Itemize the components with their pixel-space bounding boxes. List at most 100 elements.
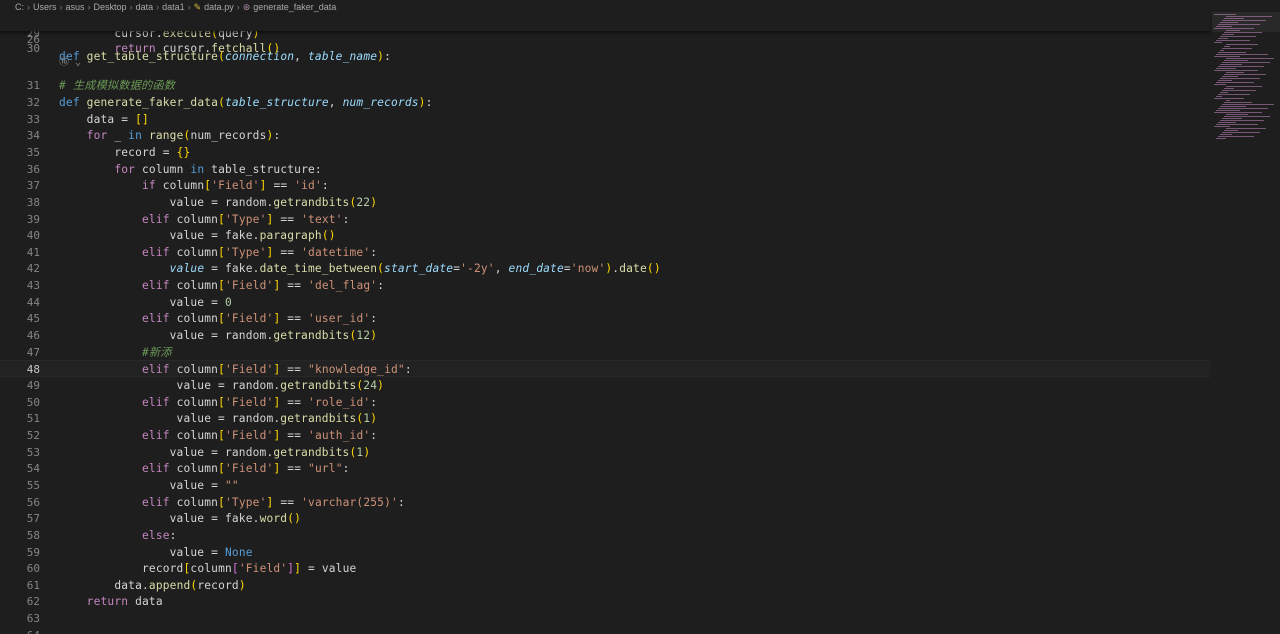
code-line[interactable]: 53 value = random.getrandbits(1) [0,444,1210,461]
line-number: 36 [26,162,40,176]
sticky-code-text: def get_table_structure(connection, tabl… [59,50,391,63]
minimap-line [1222,20,1266,21]
code-line[interactable]: 48 elif column['Field'] == "knowledge_id… [0,360,1210,378]
breadcrumb-desktop[interactable]: Desktop [94,2,127,12]
minimap-line [1226,100,1230,101]
line-number: 63 [26,612,40,626]
code-line[interactable]: 39 elif column['Type'] == 'text': [0,211,1210,228]
line-number: 38 [26,195,40,209]
code-line[interactable]: 51 value = random.getrandbits(1) [0,410,1210,427]
code-text: value = fake.paragraph() [59,229,336,243]
minimap-line [1218,122,1236,123]
line-number: 45 [26,312,40,326]
minimap-line [1226,30,1240,31]
breadcrumb-asus[interactable]: asus [66,2,85,12]
minimap-line [1224,60,1248,61]
minimap-line [1220,64,1242,65]
minimap-line [1226,86,1262,87]
code-line[interactable]: 42 value = fake.date_time_between(start_… [0,260,1210,277]
code-text: value = fake.word() [59,512,302,526]
line-number: 44 [26,295,40,309]
line-number: 46 [26,329,40,342]
minimap-line [1214,126,1230,127]
breadcrumb-drive[interactable]: C: [15,2,24,12]
code-text: record[column['Field']] = value [59,562,357,576]
minimap-line [1216,26,1232,27]
minimap-line [1218,94,1250,95]
minimap-line [1214,84,1226,85]
minimap-line [1224,74,1266,75]
code-line[interactable]: 37 if column['Field'] == 'id': [0,177,1210,194]
code-text: elif column['Type'] == 'varchar(255)': [142,495,405,509]
code-line[interactable]: 44 value = 0 [0,294,1210,311]
code-line[interactable]: 52 elif column['Field'] == 'auth_id': [0,427,1210,444]
line-number: 53 [26,445,40,459]
line-number: 41 [26,245,40,259]
line-number: 62 [26,595,40,609]
minimap-line [1222,90,1256,91]
sticky-scroll-header[interactable]: 26 def get_table_structure(connection, t… [0,14,1210,63]
code-line[interactable]: 47 #新添 [0,344,1210,361]
code-editor[interactable]: C: › Users › asus › Desktop › data › dat… [0,0,1280,634]
minimap-line [1214,56,1240,57]
code-line[interactable]: 57 value = fake.word() [0,510,1210,527]
line-number: 50 [26,395,40,409]
code-line[interactable]: 35 record = {} [0,144,1210,161]
breadcrumb-file[interactable]: data.py [204,2,234,12]
line-number: 48 [26,363,40,377]
code-text: elif column['Field'] == 'user_id': [142,312,378,326]
code-line[interactable]: 60 record[column['Field']] = value [0,560,1210,577]
code-line[interactable]: 59 value = None [0,544,1210,561]
minimap-line [1218,108,1268,109]
minimap-line [1226,72,1244,73]
code-line[interactable]: 62 return data [0,593,1210,610]
minimap-line [1218,38,1228,39]
code-line[interactable]: 38 value = random.getrandbits(22) [0,194,1210,211]
breadcrumb-users[interactable]: Users [33,2,57,12]
minimap-line [1226,44,1258,45]
minimap-line [1214,70,1258,71]
code-line[interactable]: 36 for column in table_structure: [0,161,1210,178]
code-line[interactable]: 33 data = [] [0,111,1210,128]
code-line[interactable]: 63 [0,610,1210,627]
code-line[interactable]: 58 else: [0,527,1210,544]
line-number: 39 [26,212,40,226]
code-text: # 生成模拟数据的函数 [59,79,176,93]
minimap-line [1216,124,1258,125]
line-number: 42 [26,262,40,276]
line-number: 32 [26,95,40,109]
minimap-line [1220,120,1264,121]
code-line[interactable]: 61 data.append(record) [0,577,1210,594]
code-line[interactable]: 41 elif column['Type'] == 'datetime': [0,244,1210,261]
code-line[interactable]: 32 def generate_faker_data(table_structur… [0,94,1210,111]
breadcrumb-data[interactable]: data [136,2,154,12]
minimap-line [1220,106,1246,107]
code-text: elif column['Type'] == 'text': [142,212,350,226]
code-line[interactable]: 49 value = random.getrandbits(24) [0,377,1210,394]
code-text: elif column['Field'] == "knowledge_id": [142,363,412,377]
minimap-line [1220,134,1232,135]
sticky-line[interactable]: 26 def get_table_structure(connection, t… [0,14,1210,63]
code-line[interactable]: 64 [0,627,1210,634]
code-line[interactable]: 34 for _ in range(num_records): [0,127,1210,144]
code-line[interactable]: 46 value = random.getrandbits(12) [0,327,1210,344]
function-symbol-icon: ⊛ [242,1,251,12]
code-text: value = fake.date_time_between(start_dat… [169,262,661,276]
minimap-line [1216,54,1268,55]
code-line[interactable]: 56 elif column['Type'] == 'varchar(255)'… [0,494,1210,511]
code-line[interactable]: 55 value = "" [0,477,1210,494]
code-line[interactable]: 40 value = fake.paragraph() [0,227,1210,244]
code-line[interactable]: 50 elif column['Field'] == 'role_id': [0,394,1210,411]
breadcrumb-symbol[interactable]: generate_faker_data [253,2,336,12]
code-line[interactable]: 43 elif column['Field'] == 'del_flag': [0,277,1210,294]
line-number: 54 [26,462,40,476]
minimap-line [1216,68,1236,69]
code-line[interactable]: 54 elif column['Field'] == "url": [0,460,1210,477]
code-text: elif column['Field'] == "url": [142,462,350,476]
breadcrumb-data1[interactable]: data1 [162,2,185,12]
vertical-scrollbar[interactable] [1266,0,1280,634]
minimap-line [1218,66,1264,67]
minimap-line [1218,24,1260,25]
code-line[interactable]: 31 # 生成模拟数据的函数 [0,77,1210,94]
code-line[interactable]: 45 elif column['Field'] == 'user_id': [0,310,1210,327]
